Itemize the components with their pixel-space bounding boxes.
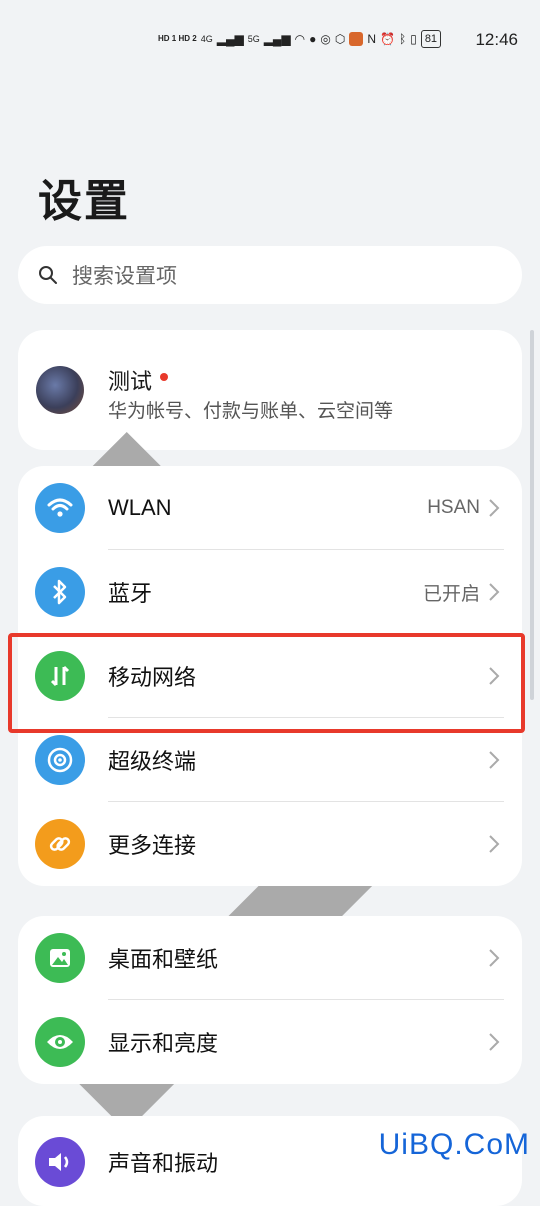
wifi-icon: ◠ bbox=[294, 32, 306, 46]
alarm-icon: ⏰ bbox=[380, 32, 395, 46]
search-bar[interactable]: 搜索设置项 bbox=[18, 246, 522, 304]
super-device-icon bbox=[35, 735, 85, 785]
status-icons: HD 1 HD 2 4G ▂▄▆ 5G ▂▄▆ ◠ ● ◎ ⬡ N ⏰ ᛒ ▯ … bbox=[158, 30, 442, 48]
vibrate-icon: ▯ bbox=[410, 32, 417, 46]
status-bar: HD 1 HD 2 4G ▂▄▆ 5G ▂▄▆ ◠ ● ◎ ⬡ N ⏰ ᛒ ▯ … bbox=[0, 24, 540, 58]
signal-icon: ▂▄▆ bbox=[263, 32, 291, 46]
highlight-box bbox=[8, 633, 525, 733]
setting-row-display-brightness[interactable]: 显示和亮度 bbox=[18, 1000, 522, 1084]
nfc-icon: N bbox=[367, 32, 377, 46]
eye-icon bbox=[35, 1017, 85, 1067]
row-label: 桌面和壁纸 bbox=[108, 947, 219, 972]
link-icon bbox=[35, 819, 85, 869]
chevron-right-icon bbox=[489, 1033, 500, 1051]
setting-row-wallpaper[interactable]: 桌面和壁纸 bbox=[18, 916, 522, 1000]
search-icon bbox=[39, 266, 57, 284]
wallpaper-icon bbox=[35, 933, 85, 983]
signal-icon: ▂▄▆ bbox=[216, 32, 244, 46]
scrollbar[interactable] bbox=[530, 330, 534, 700]
row-label: 声音和振动 bbox=[108, 1151, 219, 1176]
speaker-icon bbox=[35, 1137, 85, 1187]
chevron-right-icon bbox=[489, 751, 500, 769]
setting-row-wlan[interactable]: WLAN HSAN bbox=[18, 466, 522, 550]
net-type-1: 4G bbox=[200, 34, 213, 44]
chevron-right-icon bbox=[489, 835, 500, 853]
display-card: 桌面和壁纸 显示和亮度 bbox=[18, 916, 522, 1084]
wechat-icon: ● bbox=[309, 32, 317, 46]
chevron-right-icon bbox=[489, 583, 500, 601]
row-value: 已开启 bbox=[422, 583, 480, 605]
row-label: 超级终端 bbox=[108, 749, 197, 774]
hd-indicator: HD 1 HD 2 bbox=[158, 34, 197, 43]
row-label: 显示和亮度 bbox=[108, 1031, 219, 1056]
battery-icon: 81 bbox=[420, 30, 442, 48]
page-title: 设置 bbox=[38, 177, 130, 226]
bluetooth-icon bbox=[35, 567, 85, 617]
net-type-2: 5G bbox=[247, 34, 260, 44]
search-placeholder: 搜索设置项 bbox=[72, 265, 177, 288]
account-card[interactable]: 测试 华为帐号、付款与账单、云空间等 bbox=[18, 330, 522, 1132]
chevron-right-icon bbox=[489, 949, 500, 967]
setting-row-more-connections[interactable]: 更多连接 bbox=[18, 802, 522, 886]
status-time: 12:46 bbox=[475, 30, 518, 49]
chevron-right-icon bbox=[489, 499, 500, 517]
weibo-icon: ◎ bbox=[320, 32, 331, 46]
setting-row-bluetooth[interactable]: 蓝牙 已开启 bbox=[18, 550, 522, 634]
row-label: WLAN bbox=[108, 495, 172, 520]
row-label: 蓝牙 bbox=[108, 581, 153, 606]
game-icon bbox=[349, 32, 364, 46]
app-icon: ⬡ bbox=[334, 32, 346, 46]
row-label: 更多连接 bbox=[108, 833, 197, 858]
bluetooth-icon: ᛒ bbox=[399, 32, 407, 46]
watermark: UiBQ.CoM bbox=[378, 1128, 530, 1161]
row-value: HSAN bbox=[427, 497, 480, 518]
wifi-icon bbox=[35, 483, 85, 533]
